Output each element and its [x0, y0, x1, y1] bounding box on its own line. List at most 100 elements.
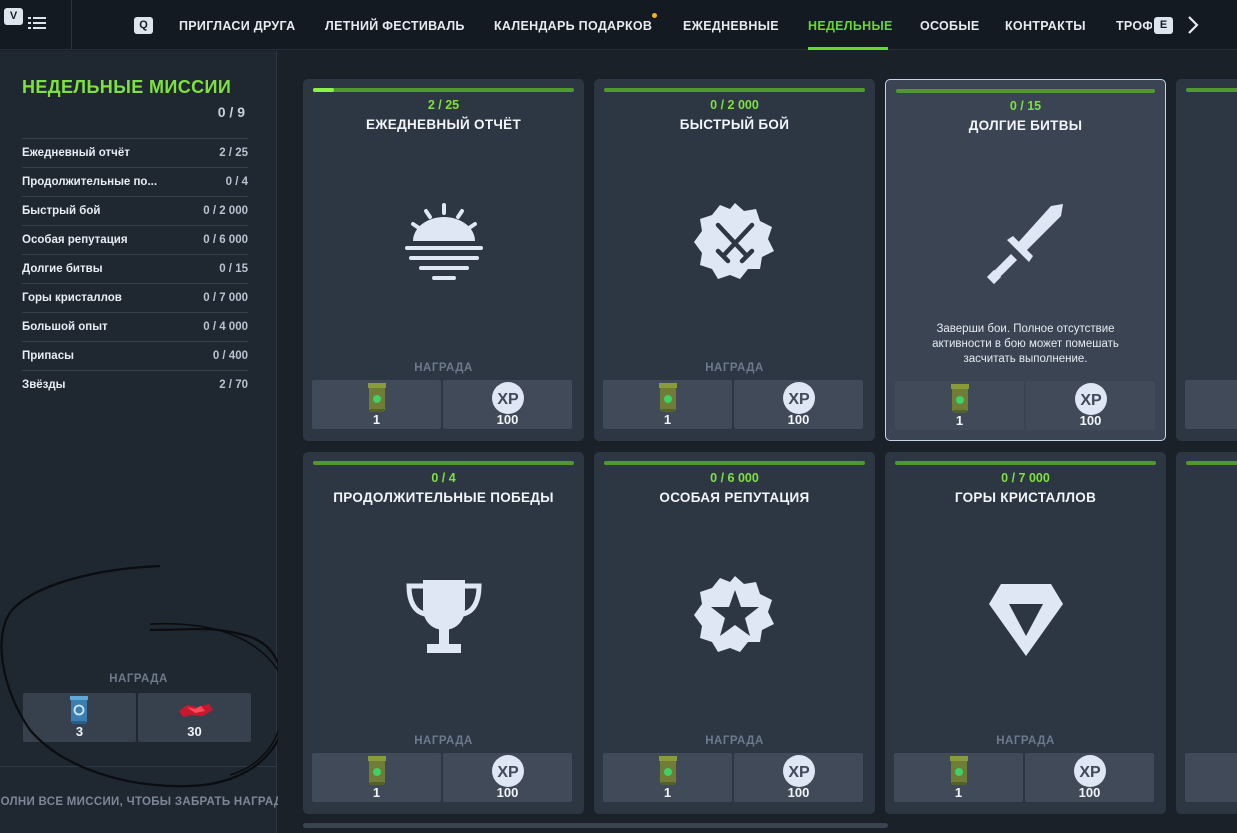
mission-title: ГОРЫ КРИСТАЛЛОВ [954, 490, 1097, 505]
progress-bar [895, 461, 1156, 465]
sword-icon [986, 204, 1063, 285]
mission-row[interactable]: Звёзды 2 / 70 [22, 370, 248, 399]
reward-battery: 1 [894, 753, 1023, 802]
sidebar-footer-hint: ПОЛНИ ВСЕ МИССИИ, ЧТОБЫ ЗАБРАТЬ НАГРАДЫ [0, 796, 294, 808]
progress-bar [1186, 461, 1237, 465]
xp-icon: XP [782, 755, 815, 787]
reward-xp: XP 100 [1026, 381, 1155, 430]
tab-trophies[interactable]: ТРОФ [1116, 19, 1152, 33]
battery-icon [367, 383, 386, 412]
tab-daily[interactable]: ЕЖЕДНЕВНЫЕ [683, 19, 779, 33]
battery-icon [949, 756, 968, 785]
battery-icon [658, 756, 677, 785]
sunrise-icon [404, 203, 483, 280]
reward-xp: XP 100 [443, 753, 572, 802]
menu-icon[interactable] [28, 17, 46, 31]
mission-title: БЫСТРЫЙ БОЙ [679, 117, 790, 132]
mission-list: Ежедневный отчёт 2 / 25 Продолжительные п… [22, 138, 248, 399]
tab-gift-calendar[interactable]: КАЛЕНДАРЬ ПОДАРКОВ [494, 19, 652, 33]
tab-weekly[interactable]: НЕДЕЛЬНЫЕ [808, 19, 893, 33]
horizontal-scrollbar[interactable] [303, 823, 888, 828]
mission-row[interactable]: Припасы 0 / 400 [22, 341, 248, 370]
mission-progress: 0 / 2 000 [710, 98, 759, 112]
reward-label: НАГРАДА [414, 362, 473, 374]
mission-title: ОСОБАЯ РЕПУТАЦИЯ [659, 490, 810, 505]
reward-battery: 1 [312, 380, 441, 429]
reward-label: НАГРАДА [705, 362, 764, 374]
missions-grid: 2 / 25 ЕЖЕДНЕВНЫЙ ОТЧЁТ НАГРАДА 1 XP 100 [278, 51, 1237, 833]
active-tab-underline [808, 47, 888, 50]
chevron-right-icon[interactable] [1183, 14, 1203, 36]
reward-box [1185, 380, 1237, 429]
mission-card[interactable]: 2 / 25 ЕЖЕДНЕВНЫЙ ОТЧЁТ НАГРАДА 1 XP 100 [303, 79, 584, 441]
notification-dot [652, 13, 657, 18]
svg-text:XP: XP [497, 764, 519, 781]
reward-rubies[interactable]: 30 [138, 693, 251, 742]
battery-icon [367, 756, 386, 785]
reward-container[interactable]: 3 [23, 693, 136, 742]
sidebar-progress: 0 / 9 [217, 104, 245, 120]
footer-divider [0, 766, 277, 767]
mission-card-partial[interactable] [1176, 452, 1237, 814]
progress-bar [313, 88, 574, 92]
battery-icon [658, 383, 677, 412]
top-nav: V Q ПРИГЛАСИ ДРУГА ЛЕТНИЙ ФЕСТИВАЛЬ КАЛЕ… [0, 0, 1237, 50]
reward-xp: XP 100 [443, 380, 572, 429]
xp-icon: XP [1074, 383, 1107, 415]
trophy-icon [405, 580, 482, 653]
svg-text:XP: XP [497, 391, 519, 408]
menu-block: V [0, 0, 72, 50]
mission-row[interactable]: Горы кристаллов 0 / 7 000 [22, 283, 248, 312]
svg-text:XP: XP [788, 391, 810, 408]
reward-xp: XP 100 [734, 380, 863, 429]
reward-battery: 1 [603, 380, 732, 429]
tab-contracts[interactable]: КОНТРАКТЫ [1005, 19, 1086, 33]
mission-row[interactable]: Долгие битвы 0 / 15 [22, 254, 248, 283]
svg-text:XP: XP [1080, 392, 1102, 409]
xp-icon: XP [1073, 755, 1106, 787]
progress-bar [313, 461, 574, 465]
reward-xp: XP 100 [1025, 753, 1154, 802]
weekly-missions-sidebar: НЕДЕЛЬНЫЕ МИССИИ 0 / 9 Ежедневный отчёт 2… [0, 51, 294, 833]
container-icon [70, 696, 88, 724]
mission-card[interactable]: 0 / 2 000 БЫСТРЫЙ БОЙ НАГРАДА 1 XP 100 [594, 79, 875, 441]
mission-card[interactable]: 0 / 4 ПРОДОЛЖИТЕЛЬНЫЕ ПОБЕДЫ НАГРАДА 1 X… [303, 452, 584, 814]
reward-label: НАГРАДА [996, 735, 1055, 747]
svg-text:XP: XP [788, 764, 810, 781]
hotkey-q: Q [134, 17, 153, 34]
reward-battery: 1 [603, 753, 732, 802]
mission-title: ДОЛГИЕ БИТВЫ [968, 118, 1083, 133]
mission-title: ЕЖЕДНЕВНЫЙ ОТЧЁТ [365, 117, 522, 132]
mission-progress: 0 / 15 [1009, 99, 1042, 113]
mission-row[interactable]: Быстрый бой 0 / 2 000 [22, 196, 248, 225]
mission-progress: 0 / 6 000 [710, 471, 759, 485]
tab-invite-friend[interactable]: ПРИГЛАСИ ДРУГА [179, 19, 295, 33]
reward-battery: 1 [312, 753, 441, 802]
mission-row[interactable]: Большой опыт 0 / 4 000 [22, 312, 248, 341]
mission-progress: 2 / 25 [427, 98, 460, 112]
reward-label: НАГРАДА [414, 735, 473, 747]
progress-bar [604, 461, 865, 465]
reward-label: НАГРАДА [705, 735, 764, 747]
mission-row[interactable]: Продолжительные по... 0 / 4 [22, 167, 248, 196]
mission-card-partial[interactable] [1176, 79, 1237, 441]
xp-icon: XP [491, 382, 524, 414]
tab-special[interactable]: ОСОБЫЕ [920, 19, 980, 33]
svg-text:XP: XP [1079, 764, 1101, 781]
mission-progress: 0 / 7 000 [1001, 471, 1050, 485]
star-badge-icon [693, 576, 774, 652]
crossed-swords-icon [693, 203, 774, 279]
reward-battery: 1 [895, 381, 1024, 430]
mission-row[interactable]: Особая репутация 0 / 6 000 [22, 225, 248, 254]
progress-bar [1186, 88, 1237, 92]
mission-card[interactable]: 0 / 7 000 ГОРЫ КРИСТАЛЛОВ НАГРАДА 1 XP 1… [885, 452, 1166, 814]
tab-summer-festival[interactable]: ЛЕТНИЙ ФЕСТИВАЛЬ [325, 19, 465, 33]
mission-progress: 0 / 4 [431, 471, 456, 485]
sidebar-reward-label: НАГРАДА [109, 673, 168, 685]
mission-card-selected[interactable]: 0 / 15 ДОЛГИЕ БИТВЫ Заверши бои. Полное … [885, 79, 1166, 441]
mission-row[interactable]: Ежедневный отчёт 2 / 25 [22, 138, 248, 167]
ruby-icon [179, 704, 213, 717]
reward-box [1185, 753, 1237, 802]
hotkey-v: V [4, 8, 23, 25]
mission-card[interactable]: 0 / 6 000 ОСОБАЯ РЕПУТАЦИЯ НАГРАДА 1 XP … [594, 452, 875, 814]
